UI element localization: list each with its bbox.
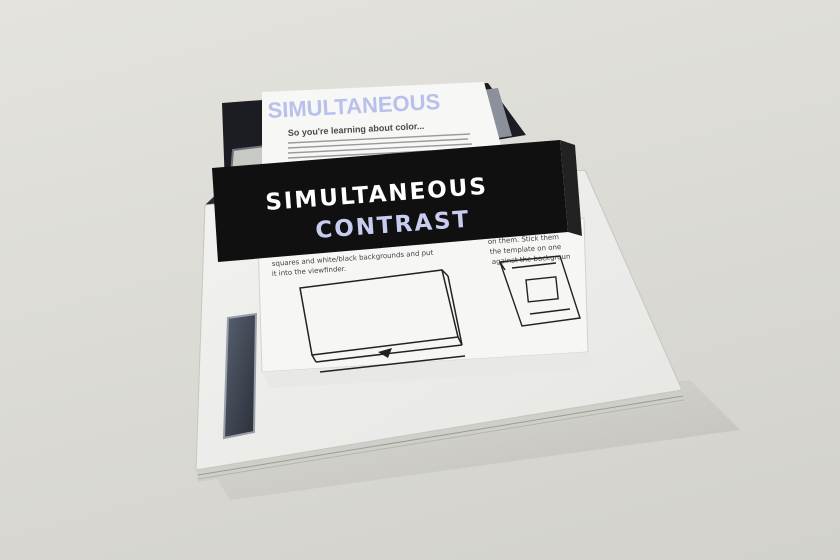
photo-scene: SIMULTANEOUS So you're learning about co… [195, 82, 740, 500]
viewfinder-window-left [222, 312, 258, 440]
